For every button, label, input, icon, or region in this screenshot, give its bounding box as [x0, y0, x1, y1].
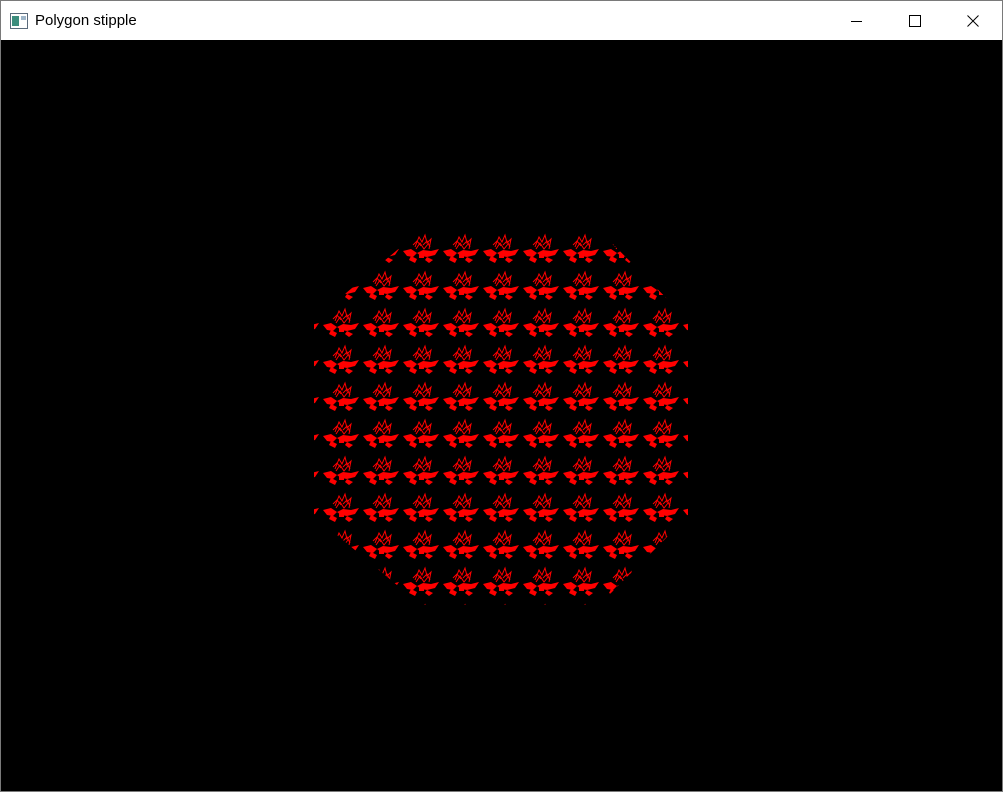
minimize-button[interactable] — [828, 1, 886, 40]
maximize-button[interactable] — [886, 1, 944, 40]
title-bar[interactable]: Polygon stipple — [1, 1, 1002, 40]
window-title: Polygon stipple — [35, 12, 137, 29]
window-controls — [828, 1, 1002, 40]
minimize-icon — [851, 20, 862, 22]
gl-canvas[interactable] — [1, 40, 1002, 791]
close-icon — [967, 14, 979, 27]
maximize-icon — [909, 14, 921, 27]
close-button[interactable] — [944, 1, 1002, 40]
octagon-shape — [314, 230, 688, 605]
stippled-octagon — [1, 40, 1002, 791]
app-window-icon — [10, 12, 28, 29]
app-window: Polygon stipple — [0, 0, 1003, 792]
